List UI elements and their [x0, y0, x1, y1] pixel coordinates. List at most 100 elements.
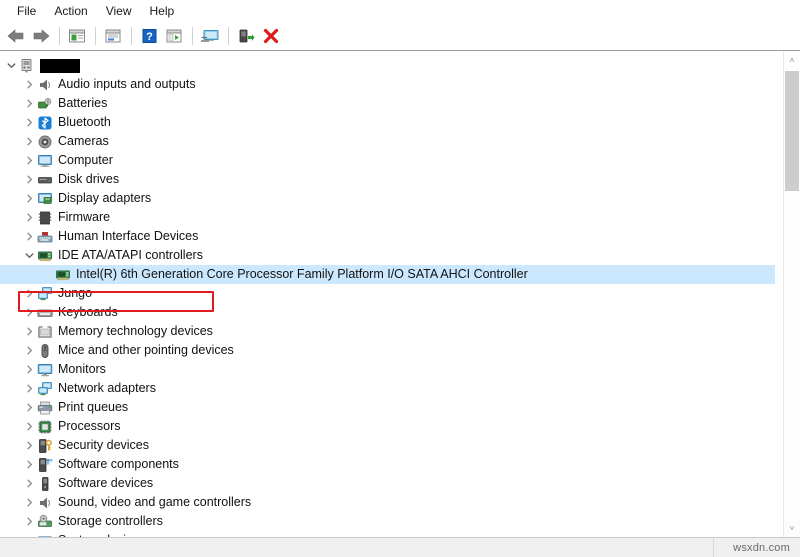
ide-controller-icon	[36, 246, 54, 265]
tree-item-label: IDE ATA/ATAPI controllers	[58, 246, 203, 265]
toolbar-separator-1	[59, 27, 60, 45]
chevron-right-icon[interactable]	[22, 189, 36, 208]
tree-row[interactable]: Cameras	[0, 132, 775, 151]
tree-item-label: Sound, video and game controllers	[58, 493, 251, 512]
scrollbar-down-arrow-icon[interactable]: ˅	[784, 520, 800, 537]
network-icon	[36, 379, 54, 398]
tree-item-label: Computer	[58, 151, 113, 170]
tree-item-label: Jungo	[58, 284, 92, 303]
tree-row[interactable]: Memory technology devices	[0, 322, 775, 341]
menu-view[interactable]: View	[97, 2, 141, 20]
tree-row-root[interactable]	[0, 56, 775, 75]
tree-row[interactable]: Monitors	[0, 360, 775, 379]
tree-root-label	[40, 56, 80, 75]
chevron-right-icon[interactable]	[22, 341, 36, 360]
tree-row[interactable]: Intel(R) 6th Generation Core Processor F…	[0, 265, 775, 284]
tree-row[interactable]: Software components	[0, 455, 775, 474]
tree-row[interactable]: Disk drives	[0, 170, 775, 189]
computer-root-icon	[18, 56, 36, 75]
properties-icon[interactable]	[101, 24, 125, 48]
speaker-icon	[36, 493, 54, 512]
chevron-right-icon[interactable]	[22, 436, 36, 455]
chevron-right-icon[interactable]	[22, 113, 36, 132]
chevron-right-icon[interactable]	[22, 322, 36, 341]
tree-row[interactable]: Print queues	[0, 398, 775, 417]
storage-controller-icon	[36, 512, 54, 531]
mouse-icon	[36, 341, 54, 360]
tree-item-label: Disk drives	[58, 170, 119, 189]
menu-bar: File Action View Help	[0, 0, 800, 22]
tree-row[interactable]: Keyboards	[0, 303, 775, 322]
scrollbar-thumb[interactable]	[785, 71, 799, 191]
menu-action[interactable]: Action	[45, 2, 96, 20]
back-arrow-icon[interactable]	[4, 24, 28, 48]
show-hide-console-tree-icon[interactable]	[65, 24, 89, 48]
chevron-right-icon[interactable]	[22, 303, 36, 322]
tree-item-label: Batteries	[58, 94, 107, 113]
hid-icon	[36, 227, 54, 246]
chevron-right-icon[interactable]	[22, 493, 36, 512]
scrollbar-up-arrow-icon[interactable]: ˄	[784, 52, 800, 69]
device-tree-panel[interactable]: Audio inputs and outputsBatteriesBluetoo…	[0, 52, 800, 537]
device-tree[interactable]: Audio inputs and outputsBatteriesBluetoo…	[0, 56, 775, 537]
tree-item-label: Software components	[58, 455, 179, 474]
chevron-right-icon[interactable]	[22, 151, 36, 170]
speaker-icon	[36, 75, 54, 94]
chevron-right-icon[interactable]	[22, 417, 36, 436]
tree-item-label: Software devices	[58, 474, 153, 493]
chevron-right-icon[interactable]	[22, 398, 36, 417]
tree-row[interactable]: Jungo	[0, 284, 775, 303]
help-icon[interactable]: ?	[137, 24, 161, 48]
tree-item-label: Security devices	[58, 436, 149, 455]
scan-for-hardware-changes-icon[interactable]	[198, 24, 222, 48]
tree-item-label: Processors	[58, 417, 121, 436]
processor-icon	[36, 417, 54, 436]
chevron-right-icon[interactable]	[22, 455, 36, 474]
tree-item-label: Keyboards	[58, 303, 118, 322]
tree-item-label: Storage controllers	[58, 512, 163, 531]
toolbar-separator-3	[131, 27, 132, 45]
chevron-right-icon[interactable]	[22, 94, 36, 113]
chevron-right-icon[interactable]	[22, 227, 36, 246]
chevron-right-icon[interactable]	[22, 512, 36, 531]
status-bar: wsxdn.com	[0, 537, 800, 557]
tree-row[interactable]: Display adapters	[0, 189, 775, 208]
tree-item-label: Audio inputs and outputs	[58, 75, 196, 94]
chevron-right-icon[interactable]	[22, 75, 36, 94]
toolbar: ?	[0, 22, 800, 50]
tree-row[interactable]: Security devices	[0, 436, 775, 455]
chevron-right-icon[interactable]	[22, 170, 36, 189]
tree-row[interactable]: Network adapters	[0, 379, 775, 398]
security-icon	[36, 436, 54, 455]
tree-row[interactable]: Bluetooth	[0, 113, 775, 132]
tree-row[interactable]: Audio inputs and outputs	[0, 75, 775, 94]
tree-row[interactable]: Human Interface Devices	[0, 227, 775, 246]
tree-row[interactable]: Storage controllers	[0, 512, 775, 531]
menu-help[interactable]: Help	[141, 2, 184, 20]
uninstall-device-icon[interactable]	[259, 24, 283, 48]
chevron-right-icon[interactable]	[22, 208, 36, 227]
chevron-right-icon[interactable]	[22, 474, 36, 493]
tree-row[interactable]: Firmware	[0, 208, 775, 227]
tree-row[interactable]: Mice and other pointing devices	[0, 341, 775, 360]
menu-file[interactable]: File	[8, 2, 45, 20]
chevron-right-icon[interactable]	[22, 379, 36, 398]
chevron-down-icon[interactable]	[4, 56, 18, 75]
toolbar-separator-5	[228, 27, 229, 45]
enable-device-icon[interactable]	[234, 24, 258, 48]
chevron-right-icon[interactable]	[22, 360, 36, 379]
tree-row[interactable]: IDE ATA/ATAPI controllers	[0, 246, 775, 265]
tree-item-label: Network adapters	[58, 379, 156, 398]
tree-row[interactable]: Batteries	[0, 94, 775, 113]
tree-row[interactable]: Processors	[0, 417, 775, 436]
svg-text:?: ?	[146, 31, 153, 43]
tree-row[interactable]: Sound, video and game controllers	[0, 493, 775, 512]
update-driver-icon[interactable]	[162, 24, 186, 48]
chevron-down-icon[interactable]	[22, 246, 36, 265]
chevron-right-icon[interactable]	[22, 284, 36, 303]
tree-row[interactable]: Computer	[0, 151, 775, 170]
chevron-right-icon[interactable]	[22, 132, 36, 151]
forward-arrow-icon[interactable]	[29, 24, 53, 48]
tree-row[interactable]: Software devices	[0, 474, 775, 493]
vertical-scrollbar[interactable]: ˄ ˅	[783, 52, 800, 537]
